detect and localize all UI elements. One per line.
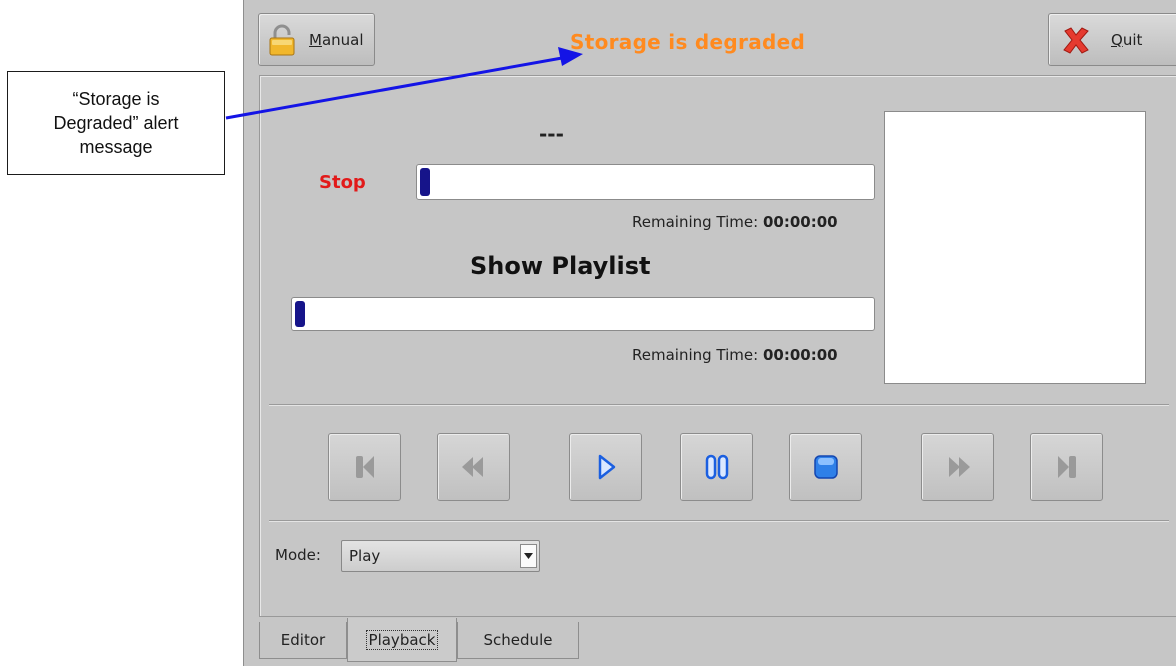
chevron-down-icon[interactable]: [520, 544, 537, 568]
current-clip-title: ---: [539, 122, 564, 146]
rewind-button[interactable]: [437, 433, 510, 501]
stop-icon: [813, 455, 838, 479]
play-button[interactable]: [569, 433, 642, 501]
tab-playback[interactable]: Playback: [347, 618, 457, 662]
manual-button[interactable]: Manual: [258, 13, 375, 66]
skip-to-end-button[interactable]: [1030, 433, 1103, 501]
skip-forward-icon: [1057, 456, 1076, 478]
playlist-remaining-time: Remaining Time: 00:00:00: [632, 346, 838, 364]
playlist-title: Show Playlist: [470, 252, 651, 280]
clip-remaining-time: Remaining Time: 00:00:00: [632, 213, 838, 231]
red-x-icon: [1063, 26, 1089, 54]
mode-select[interactable]: Play: [341, 540, 540, 572]
pause-icon: [705, 454, 728, 480]
tab-schedule[interactable]: Schedule: [457, 622, 579, 659]
stop-button[interactable]: [789, 433, 862, 501]
play-icon: [598, 454, 615, 480]
fast-forward-button[interactable]: [921, 433, 994, 501]
rewind-icon: [461, 457, 483, 477]
tab-editor[interactable]: Editor: [259, 622, 347, 659]
clip-progress-fill: [420, 168, 430, 196]
skip-back-icon: [355, 456, 374, 478]
tab-bar: Editor Playback Schedule: [259, 618, 1176, 666]
annotation-callout: “Storage is Degraded” alert message: [7, 71, 225, 175]
mode-select-value: Play: [349, 547, 381, 565]
playback-state: Stop: [319, 172, 366, 193]
preview-area: [884, 111, 1146, 384]
divider: [269, 404, 1169, 406]
clip-progress-bar: [416, 164, 875, 200]
padlock-open-icon: [269, 24, 295, 55]
fast-forward-icon: [948, 457, 970, 477]
quit-button[interactable]: Quit: [1048, 13, 1176, 66]
playlist-progress-fill: [295, 301, 305, 327]
manual-button-label: Manual: [309, 30, 364, 49]
playlist-progress-bar: [291, 297, 875, 331]
storage-status-message: Storage is degraded: [570, 30, 806, 54]
mode-label: Mode:: [275, 546, 321, 564]
pause-button[interactable]: [680, 433, 753, 501]
quit-button-label: Quit: [1111, 30, 1143, 49]
skip-to-start-button[interactable]: [328, 433, 401, 501]
divider: [269, 520, 1169, 522]
playout-window: Manual Storage is degraded Quit --- Stop…: [243, 0, 1176, 666]
